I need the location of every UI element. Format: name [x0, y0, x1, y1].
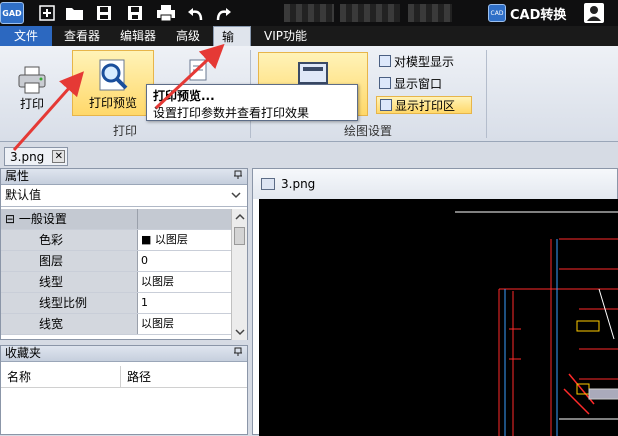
redo-icon[interactable]	[212, 3, 234, 23]
drawing-window: 3.png	[252, 168, 618, 436]
scroll-up-icon[interactable]	[235, 212, 245, 222]
dropdown-value: 默认值	[5, 188, 42, 202]
collapse-icon[interactable]: ⊟	[5, 212, 15, 226]
table-row[interactable]: 线型 以图层	[1, 272, 231, 293]
save-icon[interactable]	[93, 3, 115, 23]
property-name: 线型比例	[1, 293, 138, 313]
tooltip-description: 设置打印参数并查看打印效果	[153, 106, 310, 120]
cad-convert-icon[interactable]: CAD	[488, 4, 506, 22]
properties-table: ⊟ 一般设置 色彩 ■ 以图层 图层 0 线型 以图层 线型比例 1 线宽 以图…	[1, 209, 231, 335]
print-preview-icon	[99, 59, 128, 91]
close-icon[interactable]: ✕	[52, 150, 66, 163]
show-window-icon	[379, 77, 391, 89]
properties-panel: 属性 默认值 ⊟ 一般设置 色彩 ■ 以图层 图层 0 线型 以图层 线型比例 …	[0, 168, 248, 340]
property-name: 线宽	[1, 314, 138, 334]
print-preview-label: 打印预览	[88, 96, 137, 110]
app-logo: GAD	[0, 2, 24, 24]
property-name: 色彩	[1, 230, 138, 250]
save-as-icon[interactable]	[124, 3, 146, 23]
file-tab-strip: 3.png ✕	[0, 143, 618, 168]
open-folder-icon[interactable]	[64, 3, 86, 23]
favorites-title: 收藏夹	[5, 346, 42, 360]
favorites-columns: 名称 路径	[1, 366, 247, 388]
cad-convert-button[interactable]: CAD转换	[510, 4, 566, 23]
menu-advanced[interactable]: 高级	[168, 26, 208, 46]
column-header-path[interactable]: 路径	[121, 366, 151, 387]
undo-icon[interactable]	[185, 3, 207, 23]
scroll-down-icon[interactable]	[235, 327, 245, 337]
properties-scrollbar[interactable]	[231, 209, 247, 340]
property-value[interactable]: 以图层	[138, 272, 231, 292]
file-tab-label: 3.png	[10, 149, 45, 164]
page-setup-icon[interactable]	[186, 58, 210, 82]
menu-viewer[interactable]: 查看器	[56, 26, 108, 46]
drawing-canvas[interactable]	[259, 199, 618, 436]
drawing-window-title: 3.png	[281, 177, 316, 191]
file-tab[interactable]: 3.png ✕	[4, 147, 68, 166]
menu-output[interactable]: 输出	[213, 26, 251, 64]
blurred-region	[408, 4, 452, 22]
properties-header: 属性	[1, 169, 247, 185]
user-icon[interactable]	[584, 3, 604, 23]
menu-file[interactable]: 文件	[0, 26, 52, 46]
print-preview-button[interactable]: 打印预览	[72, 50, 154, 116]
title-bar: GAD CAD CAD转换	[0, 0, 618, 26]
property-value[interactable]: 0	[138, 251, 231, 271]
print-preview-tooltip: 打印预览... 设置打印参数并查看打印效果	[146, 84, 358, 121]
scrollbar-thumb[interactable]	[234, 227, 245, 245]
property-name: 线型	[1, 272, 138, 292]
blurred-region	[340, 4, 400, 22]
property-name: 图层	[1, 251, 138, 271]
group-separator	[486, 50, 487, 138]
pin-icon[interactable]	[233, 170, 243, 185]
table-row[interactable]: 色彩 ■ 以图层	[1, 230, 231, 251]
favorites-header: 收藏夹	[1, 346, 247, 362]
properties-dropdown[interactable]: 默认值	[1, 185, 247, 207]
show-model-label: 对模型显示	[394, 54, 455, 69]
menu-vip[interactable]: VIP功能	[256, 26, 315, 46]
print-icon[interactable]	[155, 3, 177, 23]
favorites-panel: 收藏夹 名称 路径	[0, 345, 248, 435]
print-button-label: 打印	[19, 97, 44, 111]
pin-icon[interactable]	[233, 347, 243, 362]
property-value[interactable]: 1	[138, 293, 231, 313]
column-header-name[interactable]: 名称	[1, 366, 121, 387]
print-group-label: 打印	[112, 124, 137, 138]
property-value[interactable]: ■ 以图层	[138, 230, 231, 250]
blurred-region	[284, 4, 334, 22]
property-group-name: ⊟ 一般设置	[1, 209, 138, 229]
draw-settings-group-label: 绘图设置	[343, 124, 392, 138]
print-button[interactable]: 打印	[8, 56, 56, 112]
show-window-label: 显示窗口	[394, 76, 443, 91]
show-print-area-label: 显示打印区	[395, 98, 456, 113]
printer-icon	[18, 66, 46, 94]
menu-bar: 文件 查看器 编辑器 高级 输出 VIP功能	[0, 26, 618, 64]
property-group-value	[138, 209, 231, 229]
property-group-row[interactable]: ⊟ 一般设置	[1, 209, 231, 230]
property-value[interactable]: 以图层	[138, 314, 231, 334]
image-file-icon	[261, 178, 275, 190]
table-row[interactable]: 图层 0	[1, 251, 231, 272]
menu-editor[interactable]: 编辑器	[112, 26, 164, 46]
show-model-icon	[379, 55, 391, 67]
drawing-window-titlebar: 3.png	[253, 169, 617, 199]
show-window-option[interactable]: 显示窗口	[376, 74, 445, 92]
tooltip-title: 打印预览...	[153, 89, 215, 103]
new-file-icon[interactable]	[36, 3, 58, 23]
cad-drawing	[455, 211, 618, 436]
table-row[interactable]: 线型比例 1	[1, 293, 231, 314]
table-row[interactable]: 线宽 以图层	[1, 314, 231, 335]
show-print-area-icon	[380, 99, 392, 111]
properties-title: 属性	[5, 169, 30, 183]
show-print-area-option[interactable]: 显示打印区	[376, 96, 472, 114]
show-model-option[interactable]: 对模型显示	[376, 52, 457, 70]
